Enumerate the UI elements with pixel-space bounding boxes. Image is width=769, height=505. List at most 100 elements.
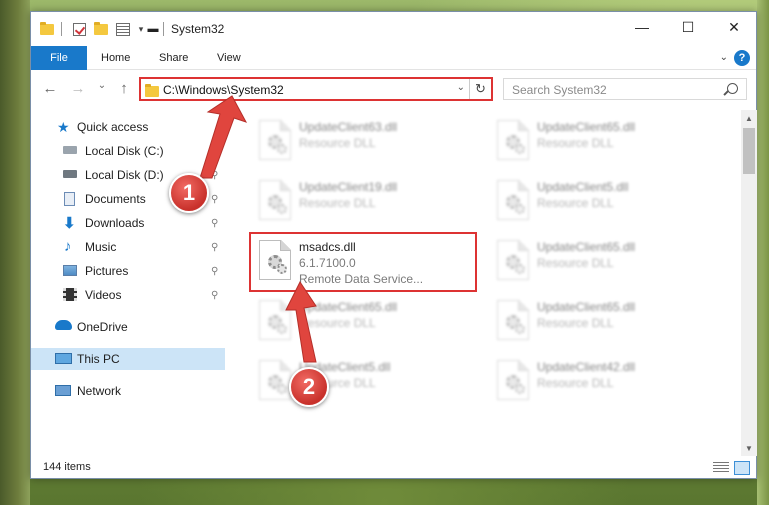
star-icon: ★ [57,119,70,135]
forward-button[interactable]: → [69,80,87,97]
sidebar-item-videos[interactable]: Videos ⚲ [31,284,225,306]
list-item[interactable]: UpdateClient63.dll Resource DLL [251,114,481,166]
file-name: msadcs.dll [299,240,356,254]
file-type: Remote Data Service... [299,272,424,286]
download-icon: ⬇ [63,215,76,232]
network-icon [55,385,71,396]
dll-file-icon [497,120,529,160]
maximize-button[interactable]: ☐ [665,12,711,42]
dll-file-icon [497,300,529,340]
list-item-msadcs[interactable]: msadcs.dll 6.1.7100.0 Remote Data Servic… [249,232,477,292]
wallpaper-left [0,0,30,505]
sidebar-item-label: Quick access [77,120,149,134]
recent-locations-button[interactable]: ⌄ [93,80,111,91]
folder-icon [145,84,159,97]
cloud-icon [55,320,72,330]
divider [61,22,62,36]
properties-check-icon[interactable] [71,21,87,37]
tab-home[interactable]: Home [101,46,130,70]
item-count: 144 items [43,461,91,473]
tab-share[interactable]: Share [159,46,188,70]
dll-file-icon [259,180,291,220]
dll-file-icon [259,300,291,340]
list-item[interactable]: UpdateClient65.dll Resource DLL [489,114,719,166]
back-button[interactable]: ← [41,80,59,97]
pin-icon[interactable]: ⚲ [211,218,218,229]
dll-file-icon [259,360,291,400]
sidebar-item-label: Pictures [85,264,129,278]
file-explorer-window: ▾ ▬ System32 — ☐ ✕ File Home Share View … [30,11,757,479]
scroll-down-icon[interactable]: ▼ [741,440,757,456]
list-item[interactable]: UpdateClient5.dll Resource DLL [251,354,481,406]
sidebar-item-music[interactable]: ♪ Music ⚲ [31,236,225,258]
folder-icon [39,21,55,37]
tab-file[interactable]: File [31,46,87,70]
close-button[interactable]: ✕ [711,12,757,42]
file-name: UpdateClient19.dll [299,180,398,194]
large-icons-view-icon[interactable] [734,461,750,475]
computer-icon [55,353,72,364]
sidebar-item-this-pc[interactable]: This PC [31,348,225,370]
sidebar-item-onedrive[interactable]: OneDrive [31,316,225,338]
address-bar[interactable]: C:\Windows\System32 ⌄ ↻ [139,77,493,101]
file-type: Resource DLL [299,196,376,210]
title-bar: ▾ ▬ System32 — ☐ ✕ [31,12,756,46]
file-name: UpdateClient65.dll [537,120,636,134]
sidebar-item-downloads[interactable]: ⬇ Downloads ⚲ [31,212,225,234]
scroll-up-icon[interactable]: ▲ [741,110,757,126]
list-item[interactable]: UpdateClient65.dll Resource DLL [251,294,481,346]
file-type: Resource DLL [299,136,376,150]
list-item[interactable]: UpdateClient65.dll Resource DLL [489,294,719,346]
list-item[interactable]: UpdateClient65.dll Resource DLL [489,234,719,286]
refresh-button[interactable]: ↻ [469,79,491,99]
sidebar-item-label: Local Disk (C:) [85,144,164,158]
drive-icon [63,170,77,178]
pin-icon[interactable]: ⚲ [211,170,218,181]
tab-view[interactable]: View [217,46,241,70]
new-folder-icon[interactable] [93,21,109,37]
sidebar-item-label: Local Disk (D:) [85,168,164,182]
sidebar-item-pictures[interactable]: Pictures ⚲ [31,260,225,282]
file-type: Resource DLL [537,376,614,390]
sidebar-item-network[interactable]: Network [31,380,225,402]
sidebar-item-local-disk-c[interactable]: Local Disk (C:) ⚲ [31,140,225,162]
help-icon[interactable]: ? [734,50,750,66]
list-item[interactable]: UpdateClient19.dll Resource DLL [251,174,481,226]
pin-icon[interactable]: ⚲ [211,266,218,277]
address-path[interactable]: C:\Windows\System32 [163,83,284,97]
sidebar-item-label: This PC [77,352,120,366]
videos-icon [63,288,77,301]
pin-icon[interactable]: ⚲ [211,194,218,205]
pictures-icon [63,265,77,276]
pin-icon[interactable]: ⚲ [211,242,218,253]
status-bar: 144 items [31,458,756,479]
vertical-scrollbar[interactable]: ▲ ▼ [741,110,757,456]
minimize-button[interactable]: — [619,12,665,42]
search-icon[interactable] [727,83,738,94]
dll-file-icon [497,180,529,220]
scroll-thumb[interactable] [743,128,755,174]
step-2-callout: 2 [289,367,329,407]
customize-toolbar-icon[interactable]: ▬ [145,21,161,37]
pin-icon[interactable]: ⚲ [211,146,218,157]
search-input[interactable]: Search System32 [503,78,747,100]
file-version: 6.1.7100.0 [299,256,356,270]
divider [163,22,164,36]
sidebar-item-quick-access[interactable]: ★ Quick access [31,116,225,138]
file-name: UpdateClient65.dll [537,300,636,314]
details-view-icon[interactable] [713,462,729,474]
sidebar-item-label: Videos [85,288,122,302]
music-icon: ♪ [64,238,72,255]
ribbon-expand-icon[interactable]: ⌄ [720,52,728,63]
file-type: Resource DLL [537,316,614,330]
list-item[interactable]: UpdateClient42.dll Resource DLL [489,354,719,406]
sidebar-item-label: Downloads [85,216,145,230]
dll-file-icon [497,360,529,400]
file-name: UpdateClient5.dll [537,180,629,194]
address-dropdown-icon[interactable]: ⌄ [457,82,465,93]
properties-icon[interactable] [115,21,131,37]
pin-icon[interactable]: ⚲ [211,290,218,301]
file-type: Resource DLL [537,256,614,270]
list-item[interactable]: UpdateClient5.dll Resource DLL [489,174,719,226]
up-button[interactable]: ↑ [115,80,133,97]
